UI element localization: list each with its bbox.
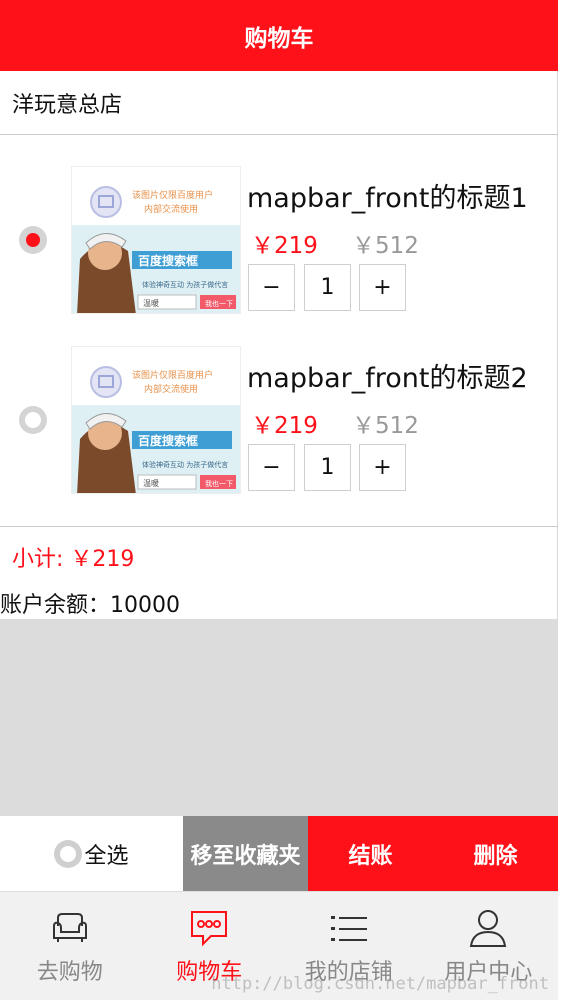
item-select-radio[interactable] — [19, 406, 47, 434]
page-header: 购物车 — [0, 0, 558, 71]
image-notice-line2: 内部交流使用 — [144, 203, 198, 215]
cart-item: 该图片仅限百度用户 内部交流使用 百度搜索框 体验神奇互动 为孩子做代言 温暖 … — [0, 336, 558, 516]
item-original-price: ￥512 — [352, 233, 419, 259]
item-price: ￥219 — [251, 233, 318, 259]
select-all-radio[interactable] — [54, 839, 83, 868]
chat-bubble-icon — [191, 911, 228, 947]
image-brand: 百度搜索框 — [138, 253, 198, 268]
item-select-radio[interactable] — [19, 226, 47, 254]
app-screen: 购物车 洋玩意总店 该图片仅限百度用户 内部交流使用 百度搜索框 体验神奇互动 … — [0, 0, 558, 1000]
image-notice-line1: 该图片仅限百度用户 — [132, 369, 213, 381]
sofa-icon — [52, 913, 87, 942]
quantity-value[interactable]: 1 — [304, 264, 351, 311]
tab-label: 去购物 — [36, 960, 103, 985]
product-image[interactable]: 该图片仅限百度用户 内部交流使用 百度搜索框 体验神奇互动 为孩子做代言 温暖 … — [71, 346, 241, 494]
decrease-quantity-button[interactable]: − — [248, 264, 295, 311]
decrease-quantity-button[interactable]: − — [248, 444, 295, 491]
account-balance: 账户余额：10000 — [0, 593, 180, 618]
watermark: http://blog.csdn.net/mapbar_front — [211, 974, 549, 994]
select-all-label: 全选 — [84, 843, 129, 869]
item-title[interactable]: mapbar_front的标题1 — [247, 176, 528, 215]
image-slogan: 体验神奇互动 为孩子做代言 — [142, 460, 228, 469]
divider — [0, 526, 558, 527]
image-button: 我也一下 — [205, 479, 233, 488]
image-button: 我也一下 — [205, 299, 233, 308]
checkout-button[interactable]: 结账 — [308, 816, 433, 891]
image-search-text: 温暖 — [143, 299, 159, 308]
item-original-price: ￥512 — [352, 413, 419, 439]
increase-quantity-button[interactable]: + — [359, 264, 406, 311]
select-all-button[interactable]: 全选 — [0, 816, 183, 891]
image-notice-line2: 内部交流使用 — [144, 383, 198, 395]
image-search-text: 温暖 — [143, 479, 159, 488]
image-brand: 百度搜索框 — [138, 433, 198, 448]
move-to-favorites-button[interactable]: 移至收藏夹 — [183, 816, 308, 891]
increase-quantity-button[interactable]: + — [359, 444, 406, 491]
image-notice-line1: 该图片仅限百度用户 — [132, 189, 213, 201]
quantity-value[interactable]: 1 — [304, 444, 351, 491]
subtotal: 小计: ￥219 — [12, 547, 135, 572]
list-icon — [330, 916, 367, 941]
store-name: 洋玩意总店 — [12, 92, 123, 118]
tab-shopping[interactable]: 去购物 — [0, 892, 140, 1000]
image-slogan: 体验神奇互动 为孩子做代言 — [142, 280, 228, 289]
item-price: ￥219 — [251, 413, 318, 439]
user-icon — [470, 910, 507, 947]
store-row[interactable]: 洋玩意总店 — [0, 71, 558, 135]
page-title: 购物车 — [244, 25, 314, 52]
delete-button[interactable]: 删除 — [433, 816, 558, 891]
product-image[interactable]: 该图片仅限百度用户 内部交流使用 百度搜索框 体验神奇互动 为孩子做代言 温暖 … — [71, 166, 241, 314]
item-title[interactable]: mapbar_front的标题2 — [247, 356, 528, 395]
action-bar: 全选 移至收藏夹 结账 删除 — [0, 816, 558, 891]
empty-area — [0, 619, 558, 816]
cart-item: 该图片仅限百度用户 内部交流使用 百度搜索框 体验神奇互动 为孩子做代言 温暖 … — [0, 156, 558, 336]
